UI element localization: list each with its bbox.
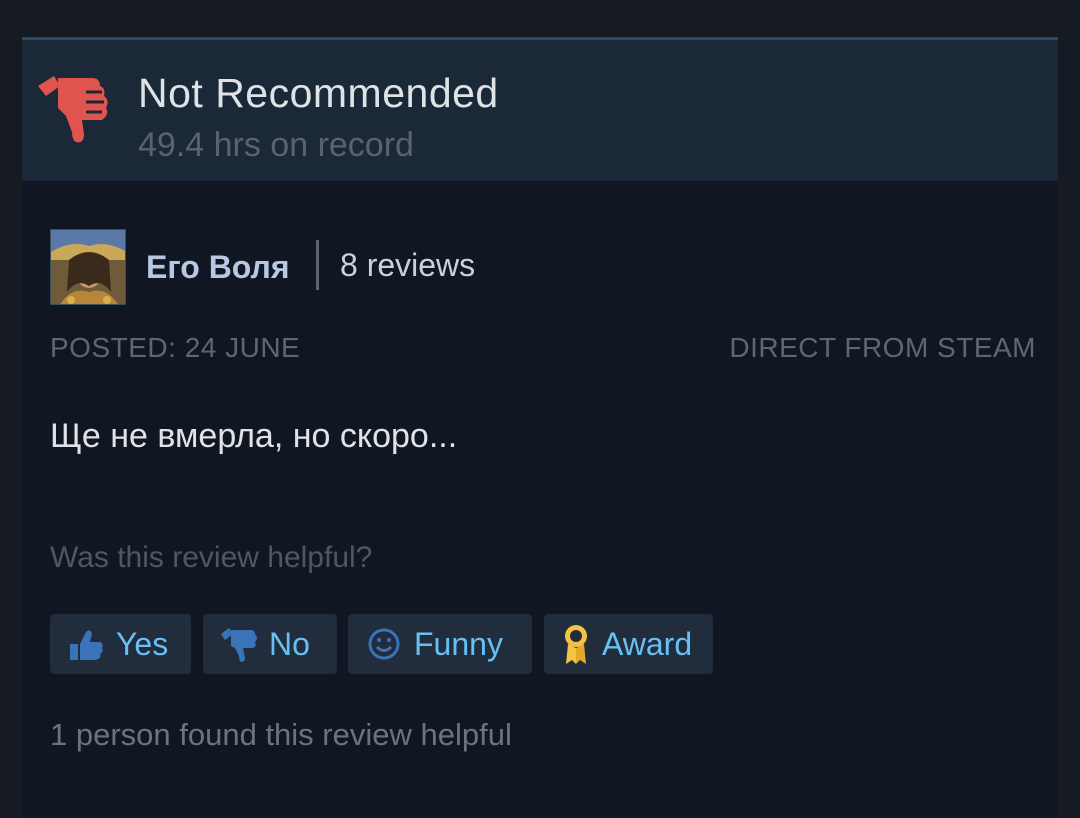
- award-button[interactable]: Award: [544, 614, 713, 674]
- funny-button[interactable]: Funny: [348, 614, 532, 674]
- author-name[interactable]: Его Воля: [146, 249, 290, 286]
- smiley-icon: [368, 628, 400, 660]
- thumbs-down-icon: [38, 76, 108, 143]
- no-label: No: [269, 625, 310, 662]
- award-icon: [565, 625, 587, 664]
- hours-on-record: 49.4 hrs on record: [138, 126, 414, 164]
- avatar[interactable]: [50, 229, 126, 305]
- thumbs-down-icon: [221, 628, 257, 662]
- review-header: Not Recommended 49.4 hrs on record: [22, 37, 1058, 181]
- thumbs-up-icon: [70, 630, 103, 660]
- helpful-question: Was this review helpful?: [50, 541, 373, 574]
- helpful-count: 1 person found this review helpful: [50, 717, 512, 752]
- funny-label: Funny: [414, 625, 503, 662]
- yes-label: Yes: [116, 625, 169, 662]
- award-label: Award: [602, 625, 693, 662]
- avatar-image: [51, 230, 125, 304]
- review-body: Ще не вмерла, но скоро...: [50, 417, 458, 455]
- posted-date: POSTED: 24 JUNE: [50, 332, 301, 363]
- no-button[interactable]: No: [203, 614, 337, 674]
- review-verdict: Not Recommended: [138, 70, 499, 116]
- review-card: Not Recommended 49.4 hrs on record Его В…: [22, 37, 1058, 818]
- review-source: DIRECT FROM STEAM: [729, 332, 1036, 363]
- yes-button[interactable]: Yes: [50, 614, 191, 674]
- author-review-count[interactable]: 8 reviews: [340, 247, 475, 284]
- author-divider: [316, 240, 319, 290]
